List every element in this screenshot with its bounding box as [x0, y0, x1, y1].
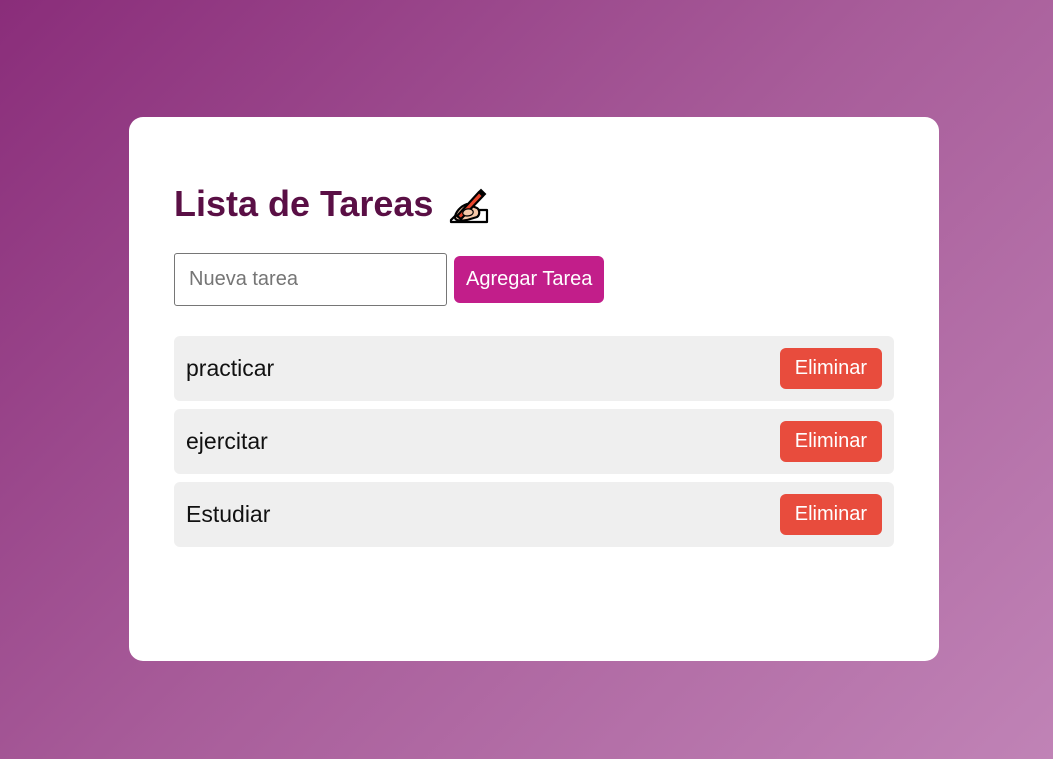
delete-task-button[interactable]: Eliminar [779, 494, 882, 535]
page-title: Lista de Tareas [174, 183, 434, 224]
task-text: ejercitar [186, 428, 268, 454]
new-task-input[interactable] [174, 253, 447, 306]
task-text: practicar [186, 355, 275, 381]
task-item: Estudiar Eliminar [174, 482, 894, 547]
task-item: practicar Eliminar [174, 336, 894, 401]
task-text: Estudiar [186, 501, 271, 527]
title-row: Lista de Tareas [174, 181, 894, 227]
task-item: ejercitar Eliminar [174, 409, 894, 474]
writing-hand-icon [447, 186, 491, 226]
add-task-form: Agregar Tarea [174, 253, 894, 306]
todo-card: Lista de Tareas Agregar Tarea practicar … [129, 117, 939, 661]
add-task-button[interactable]: Agregar Tarea [454, 256, 605, 303]
delete-task-button[interactable]: Eliminar [779, 348, 882, 389]
task-list: practicar Eliminar ejercitar Eliminar Es… [174, 336, 894, 547]
delete-task-button[interactable]: Eliminar [779, 421, 882, 462]
